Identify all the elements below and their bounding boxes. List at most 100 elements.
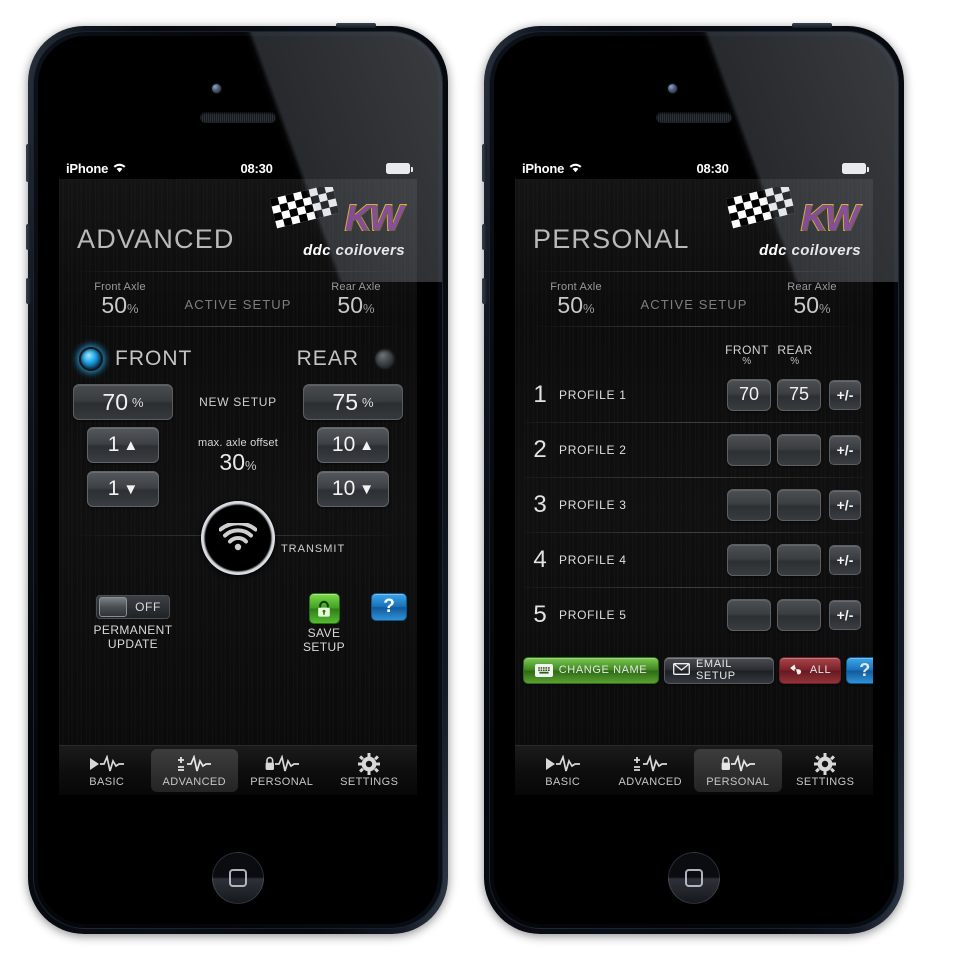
plusminus-waveform-icon bbox=[632, 753, 668, 775]
profile-name[interactable]: PROFILE 4 bbox=[559, 553, 727, 567]
table-row[interactable]: 2 PROFILE 2 +/- bbox=[515, 422, 873, 477]
axle-offset-caption: max. axle offset bbox=[197, 437, 279, 449]
table-row[interactable]: 4 PROFILE 4 +/- bbox=[515, 532, 873, 587]
app-header: PERSONAL KW ddc coilovers bbox=[515, 179, 873, 271]
table-row[interactable]: 1 PROFILE 1 70 75 +/- bbox=[515, 367, 873, 422]
front-step-up-button[interactable]: 1 ▲ bbox=[87, 427, 159, 463]
email-setup-button[interactable]: EMAIL SETUP bbox=[664, 656, 774, 684]
profile-rear-field[interactable] bbox=[777, 543, 821, 576]
help-button[interactable]: ? bbox=[371, 593, 407, 621]
volume-up-button[interactable] bbox=[482, 224, 487, 250]
new-setup-row: 70% NEW SETUP 75% bbox=[59, 379, 417, 425]
profile-front-field[interactable]: 70 bbox=[727, 378, 771, 411]
rear-axle-unit: % bbox=[819, 300, 831, 316]
tab-personal[interactable]: PERSONAL bbox=[238, 749, 326, 792]
profile-plusminus-button[interactable]: +/- bbox=[829, 379, 861, 410]
tab-personal[interactable]: PERSONAL bbox=[694, 749, 782, 792]
tab-label-settings: SETTINGS bbox=[340, 776, 399, 788]
tab-label-personal: PERSONAL bbox=[250, 776, 314, 788]
profile-column-headers: FRONT% REAR% bbox=[515, 331, 873, 367]
table-row[interactable]: 3 PROFILE 3 +/- bbox=[515, 477, 873, 532]
tab-basic[interactable]: BASIC bbox=[63, 749, 151, 792]
power-button[interactable] bbox=[336, 23, 376, 28]
earpiece-speaker bbox=[200, 112, 276, 122]
checkered-flag-icon bbox=[725, 187, 796, 229]
permanent-update-toggle[interactable]: OFF bbox=[96, 595, 170, 619]
col-head-rear: REAR% bbox=[777, 342, 813, 367]
profile-front-field[interactable] bbox=[727, 543, 771, 576]
profile-rear-field[interactable]: 75 bbox=[777, 378, 821, 411]
earpiece-speaker bbox=[656, 112, 732, 122]
radio-rear-label[interactable]: REAR bbox=[297, 347, 359, 371]
front-step-down-button[interactable]: 1 ▼ bbox=[87, 471, 159, 507]
new-setup-front-field[interactable]: 70% bbox=[73, 384, 173, 420]
rear-step-up-button[interactable]: 10 ▲ bbox=[317, 427, 389, 463]
active-front-axle: Front Axle 50% bbox=[537, 281, 615, 317]
new-setup-rear-field[interactable]: 75% bbox=[303, 384, 403, 420]
table-row[interactable]: 5 PROFILE 5 +/- bbox=[515, 587, 873, 642]
profile-rear-field[interactable] bbox=[777, 488, 821, 521]
volume-down-button[interactable] bbox=[482, 278, 487, 304]
kw-tagline: ddc coilovers bbox=[303, 242, 405, 259]
volume-up-button[interactable] bbox=[26, 224, 31, 250]
axle-offset-info: max. axle offset 30% bbox=[173, 427, 303, 476]
mute-switch[interactable] bbox=[26, 144, 31, 182]
active-setup-label: ACTIVE SETUP bbox=[184, 296, 292, 312]
profile-front-field[interactable] bbox=[727, 488, 771, 521]
transmit-zone: TRANSMIT bbox=[59, 501, 417, 589]
profile-rear-field[interactable] bbox=[777, 433, 821, 466]
home-button[interactable] bbox=[212, 852, 264, 904]
phone-device-advanced: iPhone 08:30 ADVANCED KW ddc coilovers F… bbox=[26, 23, 448, 934]
profile-front-field[interactable] bbox=[727, 433, 771, 466]
save-setup-group[interactable]: SAVE SETUP bbox=[297, 593, 351, 655]
profile-plusminus-button[interactable]: +/- bbox=[829, 434, 861, 465]
kw-brand-logo: KW ddc coilovers bbox=[721, 185, 863, 261]
volume-down-button[interactable] bbox=[26, 278, 31, 304]
radio-front-label[interactable]: FRONT bbox=[115, 347, 192, 371]
change-name-button[interactable]: CHANGE NAME bbox=[523, 656, 659, 684]
phone-body: iPhone 08:30 ADVANCED KW ddc coilovers F… bbox=[33, 31, 443, 929]
tab-settings[interactable]: SETTINGS bbox=[782, 749, 870, 792]
kw-tagline: ddc coilovers bbox=[759, 242, 861, 259]
change-name-label: CHANGE NAME bbox=[558, 664, 648, 676]
transmit-button[interactable] bbox=[201, 501, 275, 575]
phone-body: iPhone 08:30 PERSONAL KW ddc coilovers F… bbox=[489, 31, 899, 929]
home-square-icon bbox=[685, 869, 703, 887]
profile-plusminus-button[interactable]: +/- bbox=[829, 544, 861, 575]
play-waveform-icon bbox=[545, 753, 581, 775]
home-button[interactable] bbox=[668, 852, 720, 904]
app-screen-advanced: iPhone 08:30 ADVANCED KW ddc coilovers F… bbox=[59, 157, 417, 795]
mute-switch[interactable] bbox=[482, 144, 487, 182]
profile-front-field[interactable] bbox=[727, 598, 771, 631]
profile-plusminus-button[interactable]: +/- bbox=[829, 489, 861, 520]
rear-step-down-button[interactable]: 10 ▼ bbox=[317, 471, 389, 507]
tab-bar: BASIC ADVANCED PERSONAL SETTINGS bbox=[515, 745, 873, 795]
reset-all-button[interactable]: ALL bbox=[779, 656, 841, 684]
tab-advanced[interactable]: ADVANCED bbox=[607, 749, 695, 792]
power-button[interactable] bbox=[792, 23, 832, 28]
profile-number: 1 bbox=[533, 380, 547, 408]
tab-settings[interactable]: SETTINGS bbox=[326, 749, 414, 792]
profile-name[interactable]: PROFILE 5 bbox=[559, 608, 727, 622]
front-axle-value: 50 bbox=[557, 291, 584, 318]
toggle-state-label: OFF bbox=[135, 600, 161, 614]
page-title: PERSONAL bbox=[533, 224, 690, 254]
rear-axle-unit: % bbox=[363, 300, 375, 316]
up-arrow-icon: ▲ bbox=[359, 436, 375, 454]
profile-name[interactable]: PROFILE 1 bbox=[559, 388, 727, 402]
profile-name[interactable]: PROFILE 2 bbox=[559, 443, 727, 457]
status-bar: iPhone 08:30 bbox=[59, 157, 417, 179]
radio-rear-led[interactable] bbox=[373, 347, 397, 371]
tab-basic[interactable]: BASIC bbox=[519, 749, 607, 792]
personal-body: FRONT% REAR% 1 PROFILE 1 70 75 +/- 2 PRO… bbox=[515, 327, 873, 745]
profile-name[interactable]: PROFILE 3 bbox=[559, 498, 727, 512]
checkered-flag-icon bbox=[269, 187, 340, 229]
profile-rear-field[interactable] bbox=[777, 598, 821, 631]
profile-plusminus-button[interactable]: +/- bbox=[829, 599, 861, 630]
tab-advanced[interactable]: ADVANCED bbox=[150, 749, 238, 792]
transmit-label: TRANSMIT bbox=[280, 543, 346, 555]
wifi-transmit-icon bbox=[219, 523, 257, 551]
keyboard-icon bbox=[534, 663, 553, 677]
radio-front-led[interactable] bbox=[79, 347, 103, 371]
help-button[interactable]: ? bbox=[846, 656, 873, 684]
